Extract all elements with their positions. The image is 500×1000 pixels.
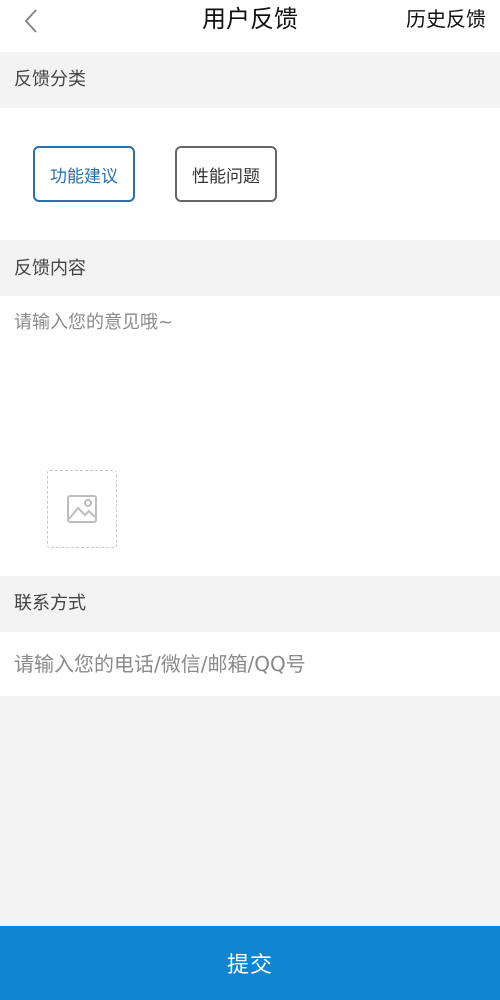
category-header-label: 反馈分类: [14, 69, 86, 90]
category-option-label: 性能问题: [192, 166, 260, 187]
nav-bar: 用户反馈 历史反馈: [0, 0, 500, 52]
contact-header-label: 联系方式: [14, 593, 86, 614]
image-upload-button[interactable]: [47, 470, 117, 548]
content-header-label: 反馈内容: [14, 258, 86, 279]
history-feedback-link[interactable]: 历史反馈: [406, 0, 486, 38]
submit-button[interactable]: 提交: [0, 926, 500, 1000]
image-icon: [67, 495, 97, 523]
submit-button-label: 提交: [226, 953, 273, 978]
category-option-label: 功能建议: [50, 166, 118, 187]
category-option-performance-issue[interactable]: 性能问题: [175, 146, 277, 202]
contact-section-header: 联系方式: [0, 576, 500, 632]
category-section-header: 反馈分类: [0, 52, 500, 108]
category-option-feature-suggestion[interactable]: 功能建议: [33, 146, 135, 202]
feedback-content-textarea[interactable]: [14, 308, 484, 448]
contact-panel: [0, 632, 500, 696]
category-options-panel: 功能建议 性能问题: [0, 108, 500, 240]
content-section-header: 反馈内容: [0, 240, 500, 296]
content-panel: [0, 296, 500, 576]
contact-info-input[interactable]: [14, 632, 484, 696]
